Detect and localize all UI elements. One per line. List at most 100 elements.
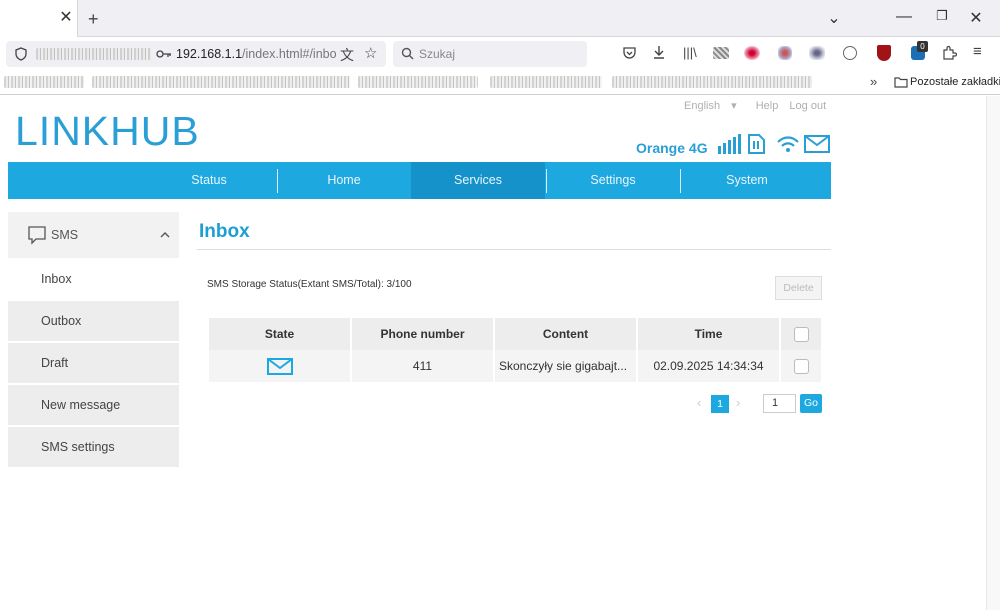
- message-phone: 411: [352, 350, 493, 382]
- bookmark-item[interactable]: [4, 76, 84, 88]
- close-tab-icon[interactable]: ✕: [58, 10, 74, 26]
- inbox-table: State Phone number Content Time 411 Skon…: [207, 318, 823, 382]
- search-placeholder: Szukaj: [419, 47, 456, 61]
- tab-list-chevron-icon[interactable]: ⌄: [824, 8, 844, 28]
- select-all-checkbox[interactable]: [793, 326, 809, 342]
- browser-nav-bar: 192.168.1.1/index.html#/inbo 文 ☆ Szukaj …: [0, 37, 1000, 70]
- language-select[interactable]: English ▾: [684, 100, 745, 112]
- bookmark-item[interactable]: [92, 76, 350, 88]
- new-tab-icon[interactable]: +: [88, 9, 99, 30]
- bookmarks-bar: » Pozostałe zakładki: [0, 70, 1000, 95]
- pager-current-page[interactable]: 1: [711, 395, 729, 413]
- sim-card-icon: [748, 134, 765, 154]
- nav-home[interactable]: Home: [277, 162, 411, 199]
- logout-link[interactable]: Log out: [789, 100, 826, 112]
- extension-badge: 0: [917, 41, 928, 52]
- top-links: English ▾ Help Log out: [684, 99, 834, 112]
- signal-strength-icon: [718, 134, 741, 154]
- sidebar-item-new-message[interactable]: New message: [8, 385, 179, 426]
- browser-tab[interactable]: ✕: [0, 0, 78, 37]
- folder-icon: [894, 77, 908, 88]
- nav-system[interactable]: System: [680, 162, 814, 199]
- row-checkbox[interactable]: [793, 358, 809, 374]
- translate-icon[interactable]: 文: [340, 45, 354, 65]
- column-header-state: State: [209, 318, 350, 350]
- chevron-down-icon: ▾: [731, 100, 737, 112]
- router-page: LINKHUB English ▾ Help Log out Orange 4G…: [0, 96, 1000, 610]
- carrier-name: Orange 4G: [636, 140, 708, 156]
- minimize-icon[interactable]: —: [894, 8, 914, 26]
- nav-services[interactable]: Services: [411, 162, 545, 199]
- extension-icon[interactable]: [843, 46, 857, 60]
- extension-icon[interactable]: [809, 46, 825, 60]
- column-header-content: Content: [495, 318, 636, 350]
- linkhub-logo: LINKHUB: [15, 108, 200, 155]
- sidebar-item-sms-settings[interactable]: SMS settings: [8, 427, 179, 468]
- page-scrollbar[interactable]: [986, 96, 1000, 610]
- sidebar-item-label: Outbox: [41, 314, 82, 328]
- bookmark-item[interactable]: [358, 76, 478, 88]
- extension-icon[interactable]: [744, 46, 760, 60]
- download-icon[interactable]: [652, 45, 666, 60]
- main-nav: Status Home Services Settings System: [8, 162, 831, 199]
- title-divider: [197, 249, 831, 250]
- extension-icon[interactable]: [778, 46, 792, 60]
- sidebar-section-sms[interactable]: SMS: [8, 212, 179, 258]
- url-text[interactable]: 192.168.1.1/index.html#/inbo: [176, 47, 337, 61]
- extension-icon[interactable]: 0: [911, 41, 928, 60]
- restore-icon[interactable]: ❐: [932, 8, 952, 24]
- chat-bubble-icon: [28, 226, 46, 245]
- bookmark-item[interactable]: [612, 76, 812, 88]
- sidebar-item-draft[interactable]: Draft: [8, 343, 179, 384]
- wifi-icon: [777, 136, 799, 152]
- sidebar-section-label: SMS: [51, 228, 79, 242]
- search-bar[interactable]: Szukaj: [393, 41, 587, 67]
- page-title: Inbox: [199, 221, 250, 242]
- close-window-icon[interactable]: ✕: [966, 8, 986, 28]
- logo-light: HUB: [110, 108, 200, 154]
- nav-settings[interactable]: Settings: [546, 162, 680, 199]
- language-label: English: [684, 100, 721, 112]
- sidebar-item-inbox[interactable]: Inbox: [8, 259, 179, 300]
- pager-prev-icon[interactable]: ‹: [697, 395, 701, 410]
- library-icon[interactable]: |||\: [683, 45, 697, 60]
- browser-tab-bar: ✕ + ⌄ — ❐ ✕: [0, 0, 1000, 37]
- message-state: [209, 350, 350, 382]
- bookmark-item[interactable]: [490, 76, 602, 88]
- ublock-icon[interactable]: [877, 45, 891, 61]
- url-path: /index.html#/inbo: [242, 47, 337, 61]
- other-bookmarks[interactable]: Pozostałe zakładki: [910, 76, 1000, 88]
- menu-icon[interactable]: ≡: [973, 43, 982, 60]
- chevron-up-icon[interactable]: [160, 231, 170, 238]
- message-time: 02.09.2025 14:34:34: [638, 350, 779, 382]
- sidebar-item-label: SMS settings: [41, 440, 115, 454]
- sidebar-item-label: Inbox: [41, 272, 72, 286]
- column-header-time: Time: [638, 318, 779, 350]
- bookmark-star-icon[interactable]: ☆: [364, 44, 377, 62]
- nav-status[interactable]: Status: [142, 162, 276, 199]
- go-button[interactable]: Go: [800, 394, 822, 413]
- more-bookmarks-chevron-icon[interactable]: »: [870, 74, 877, 89]
- logo-bold: LINK: [15, 108, 111, 154]
- column-header-phone-number: Phone number: [352, 318, 493, 350]
- sidebar-item-label: New message: [41, 398, 121, 412]
- sidebar-item-outbox[interactable]: Outbox: [8, 301, 179, 342]
- table-header-row: State Phone number Content Time: [209, 318, 821, 350]
- blurred-site-info: [36, 48, 151, 60]
- extensions-puzzle-icon[interactable]: [942, 45, 957, 60]
- sidebar-item-label: Draft: [41, 356, 69, 370]
- pocket-icon[interactable]: [622, 46, 637, 60]
- page-number-input[interactable]: 1: [763, 394, 796, 413]
- help-link[interactable]: Help: [756, 100, 779, 112]
- extension-icon[interactable]: [713, 47, 729, 59]
- shield-icon[interactable]: [14, 47, 28, 61]
- table-row[interactable]: 411 Skonczyły sie gigabajt... 02.09.2025…: [209, 350, 821, 382]
- key-icon[interactable]: [156, 49, 172, 59]
- column-header-select-all: [781, 318, 821, 350]
- pager-next-icon[interactable]: ›: [736, 395, 740, 410]
- message-content[interactable]: Skonczyły sie gigabajt...: [495, 350, 636, 382]
- message-select: [781, 350, 821, 382]
- url-host: 192.168.1.1: [176, 47, 243, 61]
- message-envelope-icon[interactable]: [804, 135, 830, 153]
- delete-button[interactable]: Delete: [775, 276, 822, 300]
